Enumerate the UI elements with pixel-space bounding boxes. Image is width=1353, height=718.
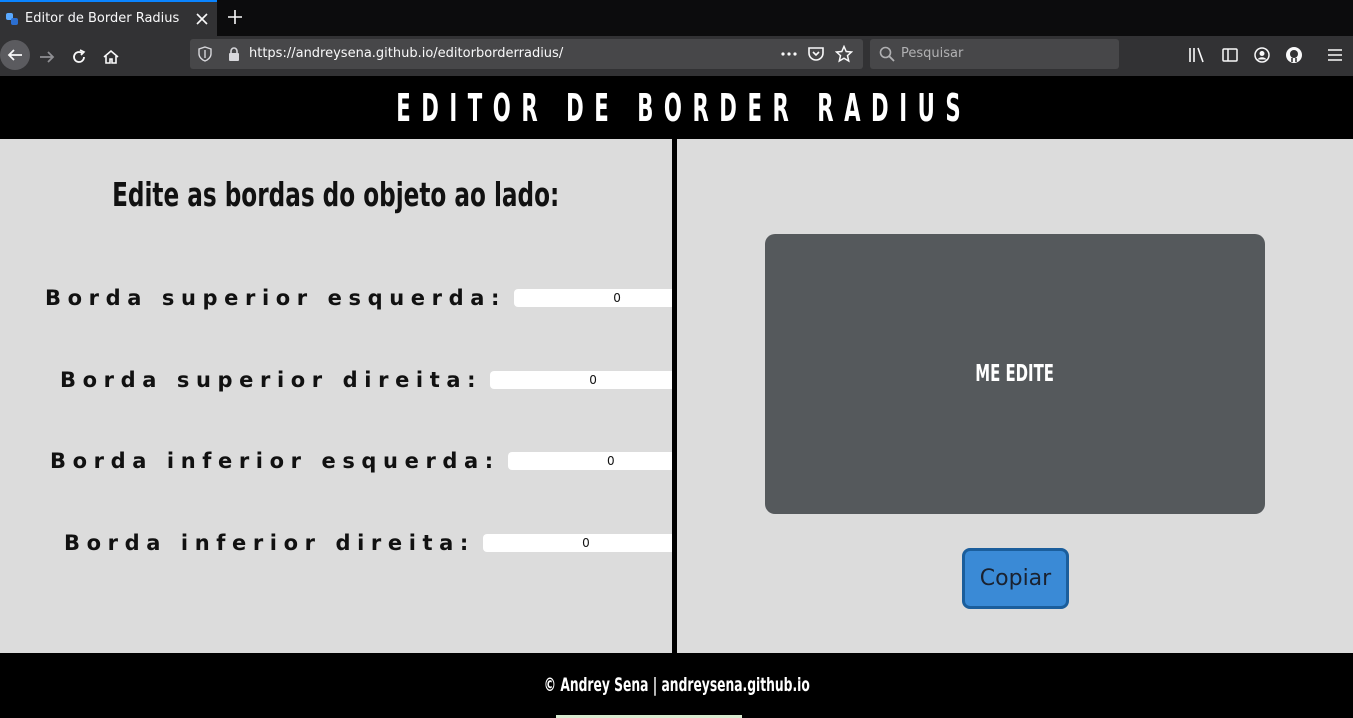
account-icon[interactable] [1253,46,1271,64]
site-header: EDITOR DE BORDER RADIUS [0,76,1353,139]
forward-button[interactable] [34,44,60,70]
editor-heading: Edite as bordas do objeto ao lado: [0,175,672,214]
pocket-icon[interactable] [807,45,825,63]
field-label-bottom-right: Borda inferior direita: [64,531,475,555]
search-bar[interactable]: Pesquisar [870,39,1119,69]
bottom-right-radius-input[interactable]: 0 [482,534,689,552]
back-arrow-icon [7,49,22,61]
field-label-top-right: Borda superior direita: [60,368,483,392]
shield-icon[interactable] [198,46,212,62]
search-placeholder: Pesquisar [901,46,964,61]
page-actions-icon[interactable] [780,46,798,62]
url-text: https://andreysena.github.io/editorborde… [249,46,564,61]
field-row-bottom-left: Borda inferior esquerda: 0 px [50,448,760,474]
preview-panel: ME EDITE Copiar [677,139,1353,653]
top-left-radius-value: 0 [613,291,621,305]
search-icon [879,46,895,62]
site-footer: © Andrey Sena | andreysena.github.io [0,653,1353,718]
bottom-right-radius-value: 0 [582,536,590,550]
github-extension-icon[interactable] [1285,46,1303,64]
field-label-bottom-left: Borda inferior esquerda: [50,449,500,473]
reload-button[interactable] [66,44,92,70]
tab-active[interactable]: Editor de Border Radius [0,0,217,36]
bookmark-star-icon[interactable] [835,45,853,63]
tab-title: Editor de Border Radius [25,11,180,26]
preview-box: ME EDITE [765,234,1265,514]
copy-button[interactable]: Copiar [962,548,1069,609]
field-row-top-right: Borda superior direita: 0 px [60,367,743,393]
url-bar[interactable]: https://andreysena.github.io/editorborde… [190,39,863,69]
field-row-top-left: Borda superior esquerda: 0 px [45,285,767,311]
top-right-radius-value: 0 [589,373,597,387]
library-icon[interactable] [1188,46,1206,64]
top-right-radius-input[interactable]: 0 [490,371,697,389]
lock-icon[interactable] [227,46,241,62]
close-icon[interactable] [194,11,210,27]
preview-label: ME EDITE [975,361,1055,387]
nav-bar: https://andreysena.github.io/editorborde… [0,36,1353,76]
field-label-top-left: Borda superior esquerda: [45,286,507,310]
sidebar-icon[interactable] [1221,46,1239,64]
forward-arrow-icon [40,51,55,63]
reload-icon [73,49,86,63]
new-tab-icon[interactable] [226,8,244,26]
editor-panel: Edite as bordas do objeto ao lado: Borda… [0,139,763,653]
site-favicon-icon [6,13,18,25]
page-title: EDITOR DE BORDER RADIUS [396,85,971,130]
editor-heading-text: Edite as bordas do objeto ao lado: [112,175,560,214]
home-icon [103,49,119,64]
web-page: EDITOR DE BORDER RADIUS Edite as bordas … [0,76,1353,718]
field-row-bottom-right: Borda inferior direita: 0 px [64,530,736,556]
footer-text: © Andrey Sena | andreysena.github.io [543,673,810,696]
tab-bar: Editor de Border Radius [0,0,1353,36]
back-button[interactable] [0,40,30,70]
bottom-left-radius-value: 0 [606,454,615,468]
home-button[interactable] [98,44,124,70]
menu-icon[interactable] [1327,46,1343,64]
